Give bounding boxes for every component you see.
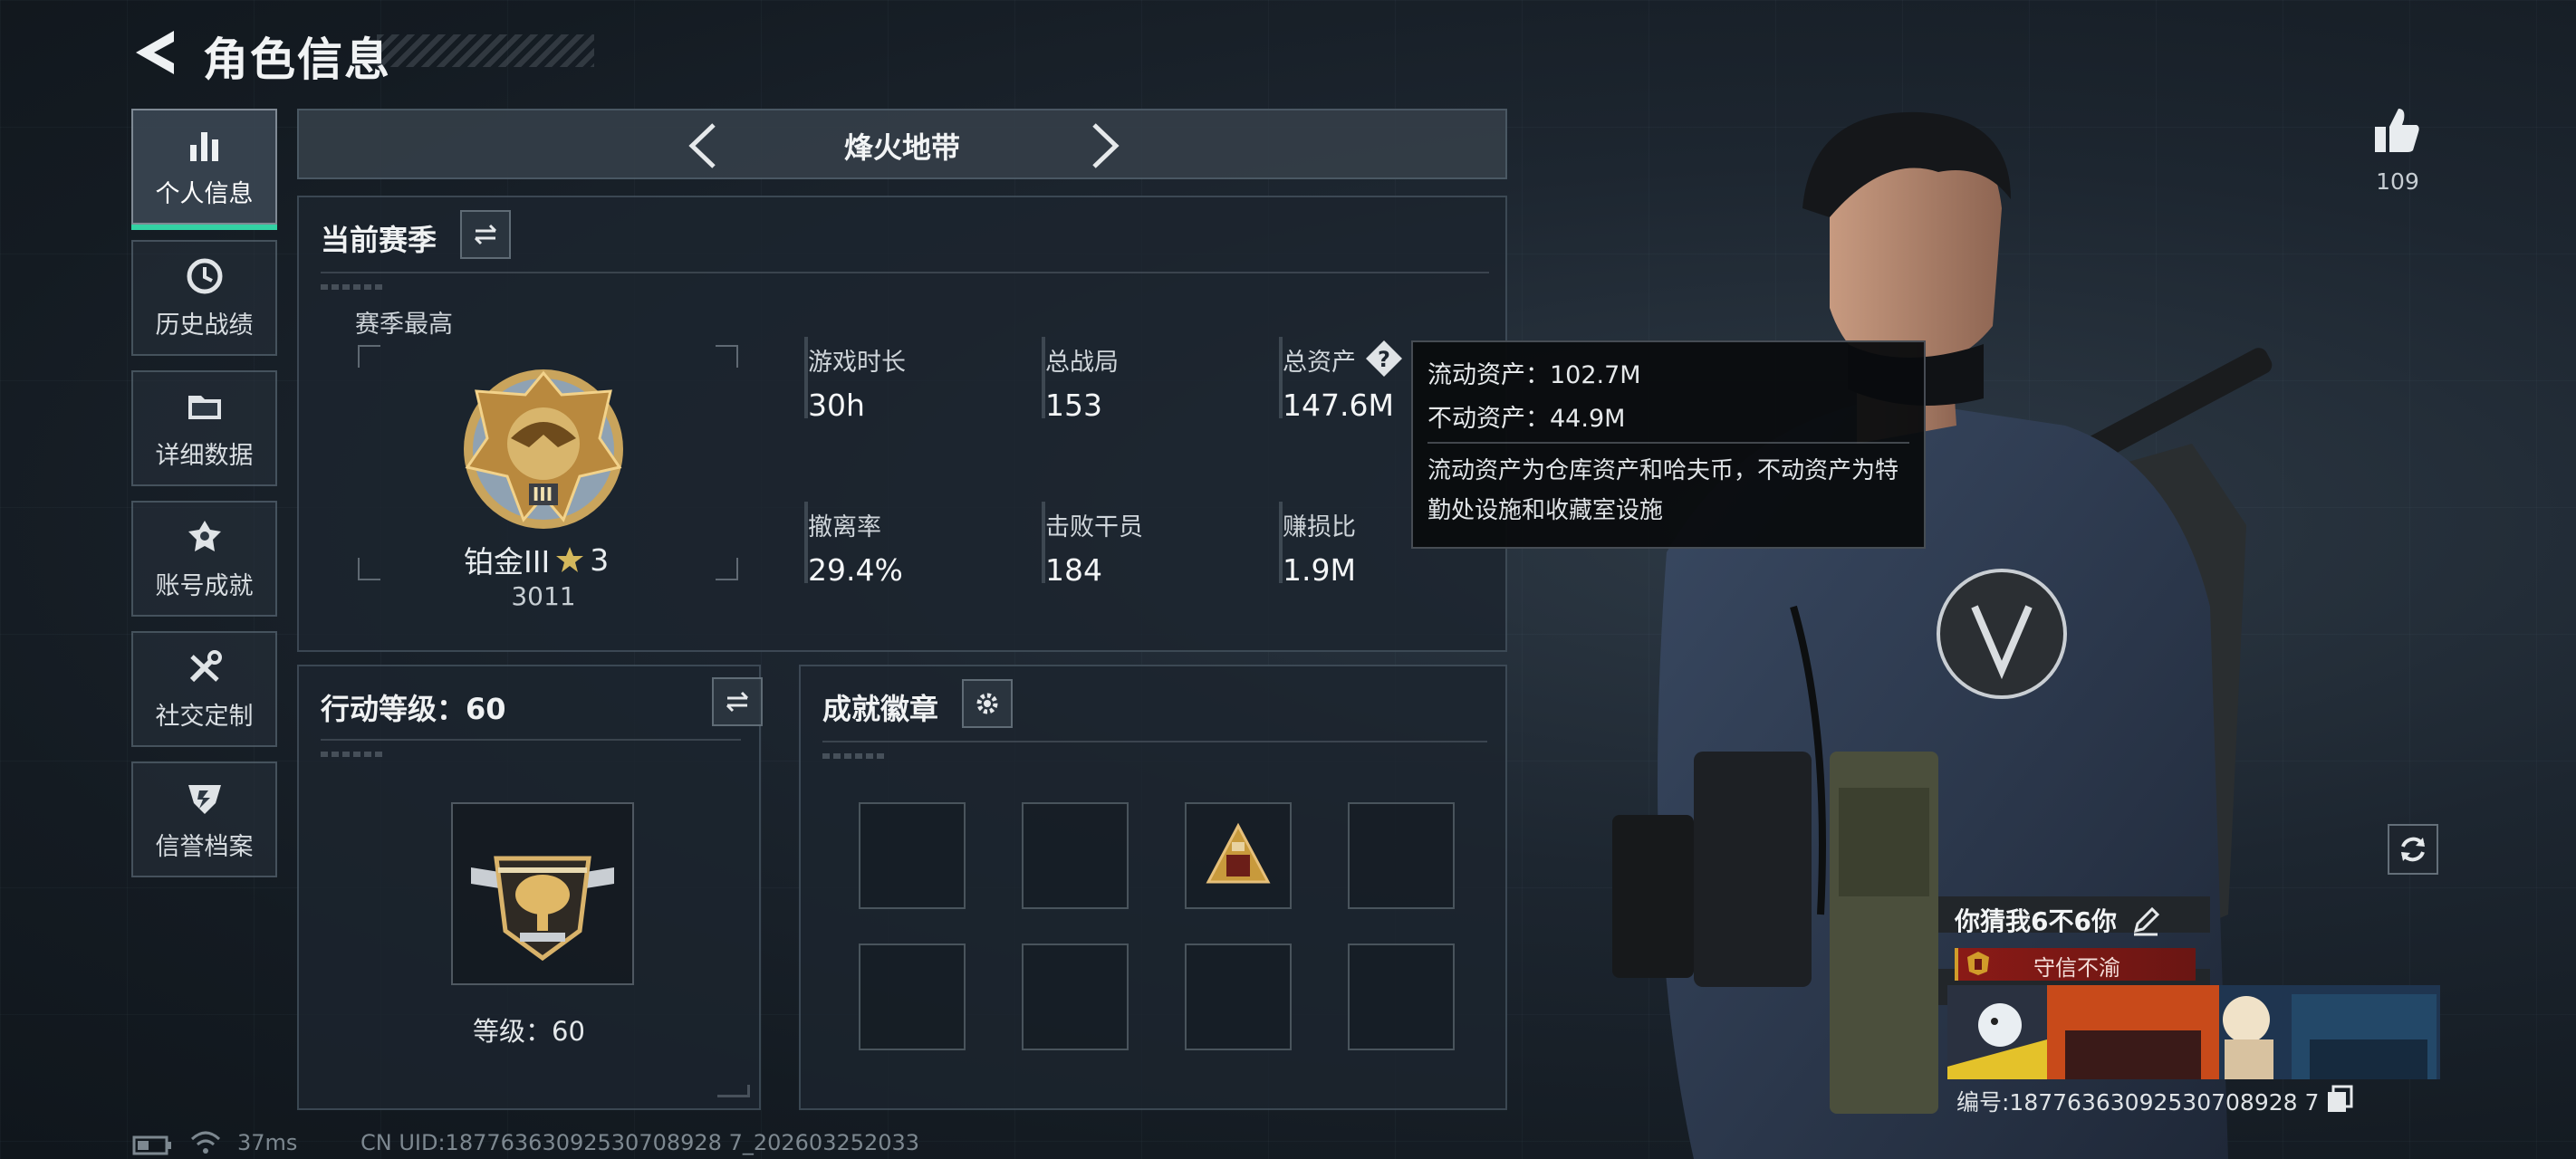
stat-value-extraction-rate: 29.4% [808,552,903,588]
sidebar-item-label: 账号成就 [155,571,254,600]
section-divider [321,739,741,741]
page-title: 角色信息 [203,34,391,86]
nickname-text: 你猜我6不6你 [1955,906,2117,936]
tooltip-liquid-assets: 流动资产：102.7M [1427,361,1641,389]
level-badge-frame [451,802,634,985]
rank-name-row: 铂金III 3 [464,538,681,581]
rank-name: 铂金III [464,544,551,580]
title-decoration [377,34,594,67]
sidebar-item-label: 社交定制 [155,702,254,731]
action-level-switch-button[interactable] [712,677,763,726]
level-text: 等级：60 [473,1016,585,1047]
honor-title: 守信不渝 [2033,955,2120,981]
platinum-rank-emblem-icon [464,369,623,529]
sidebar-item-label: 详细数据 [155,441,254,470]
tools-icon [189,649,222,682]
sidebar-item-credit-file[interactable]: 信誉档案 [131,761,277,877]
section-dash [321,284,384,290]
back-arrow-icon[interactable] [132,27,178,78]
like-count: 109 [2376,168,2419,195]
rank-roman-numeral: III [532,484,553,505]
ping-text: 37ms [237,1130,298,1155]
section-divider [321,272,1489,273]
badge-slot[interactable] [1348,802,1455,909]
sidebar-item-history[interactable]: 历史战绩 [131,240,277,356]
chevron-right-icon[interactable] [1087,121,1123,170]
badge-slot[interactable] [1022,943,1129,1050]
pyramid-badge-icon [1206,822,1271,884]
rank-stars: 3 [590,541,610,578]
bar-chart-icon [189,131,218,161]
rank-score: 3011 [511,581,576,611]
badge-slot[interactable] [859,802,966,909]
thumbs-up-icon[interactable] [2371,105,2422,156]
badge-slot[interactable] [1022,802,1129,909]
stat-value-operators-defeated: 184 [1045,552,1102,588]
stat-label-total-matches: 总战局 [1045,349,1119,377]
mode-selector: 烽火地带 [297,109,1507,179]
section-dash [822,753,886,759]
stat-value-profit-loss: 1.9M [1283,552,1356,588]
action-level-panel: 行动等级：60 等级：60 [297,665,763,1110]
section-dash [321,752,384,757]
sidebar-item-label: 信誉档案 [155,832,254,861]
refresh-icon [2401,837,2425,862]
edit-pencil-icon[interactable] [2130,905,2161,936]
sidebar-item-achievements[interactable]: 账号成就 [131,501,277,617]
sidebar-item-label: 历史战绩 [155,311,254,340]
season-best-label: 赛季最高 [355,311,453,339]
stat-value-playtime: 30h [808,388,865,423]
sidebar-item-label: 个人信息 [155,179,254,208]
honor-title-bar: 守信不渝 [1955,948,2196,981]
swap-icon [726,691,749,713]
player-nickname: 你猜我6不6你 [1955,902,2117,938]
tooltip-description: 流动资产为仓库资产和哈夫币，不动资产为特勤处设施和收藏室设施 [1427,457,1899,524]
achievements-title: 成就徽章 [822,692,939,726]
player-uid: 编号:18776363092530708928 7 [1956,1089,2320,1116]
star-icon [556,547,584,572]
profile-banner-image [1947,985,2440,1079]
achievements-panel: 成就徽章 [799,665,1507,1110]
stat-label-operators-defeated: 击败干员 [1045,513,1143,541]
sidebar-item-social-custom[interactable]: 社交定制 [131,631,277,747]
stat-label-extraction-rate: 撤离率 [808,513,881,541]
clock-icon [187,258,222,293]
help-icon[interactable]: ? [1364,339,1404,378]
badge-slot[interactable] [1348,943,1455,1050]
folder-icon [187,395,221,419]
corner-decoration [717,1085,750,1097]
stat-value-total-assets: 147.6M [1283,388,1394,423]
section-divider [822,741,1487,742]
trophy-icon [187,520,221,551]
badge-slot[interactable] [1185,802,1292,909]
assets-tooltip: 流动资产：102.7M 不动资产：44.9M 流动资产为仓库资产和哈夫币，不动资… [1411,340,1926,549]
sidebar-item-personal-info[interactable]: 个人信息 [131,109,277,230]
achievements-settings-button[interactable] [962,679,1013,728]
season-title: 当前赛季 [321,223,437,257]
shield-icon [187,784,221,814]
gear-icon [976,693,998,714]
badge-slot[interactable] [1185,943,1292,1050]
tooltip-divider [1427,442,1909,444]
season-switch-button[interactable] [460,210,511,259]
stat-label-playtime: 游戏时长 [808,349,906,377]
helicopter-level-badge-icon [471,856,614,962]
action-level-title: 行动等级：60 [321,692,506,726]
stat-value-total-matches: 153 [1045,388,1102,423]
refresh-button[interactable] [2388,824,2438,875]
mode-title: 烽火地带 [843,130,960,165]
stat-label-total-assets: 总资产 [1283,349,1356,377]
svg-text:?: ? [1378,347,1390,372]
season-panel: 当前赛季 赛季最高 III 铂金III 3 3011 游戏时长 30h 总战局 … [297,196,1507,652]
stat-label-profit-loss: 赚损比 [1283,513,1356,541]
badge-slot[interactable] [859,943,966,1050]
footer-uid: CN UID:18776363092530708928 7_2026032520… [360,1130,920,1155]
swap-icon [474,224,497,245]
tooltip-fixed-assets: 不动资产：44.9M [1427,405,1626,433]
battery-icon [132,1135,171,1155]
copy-icon[interactable] [2326,1085,2353,1114]
sidebar-item-detail-data[interactable]: 详细数据 [131,370,277,486]
wifi-icon [190,1131,221,1154]
